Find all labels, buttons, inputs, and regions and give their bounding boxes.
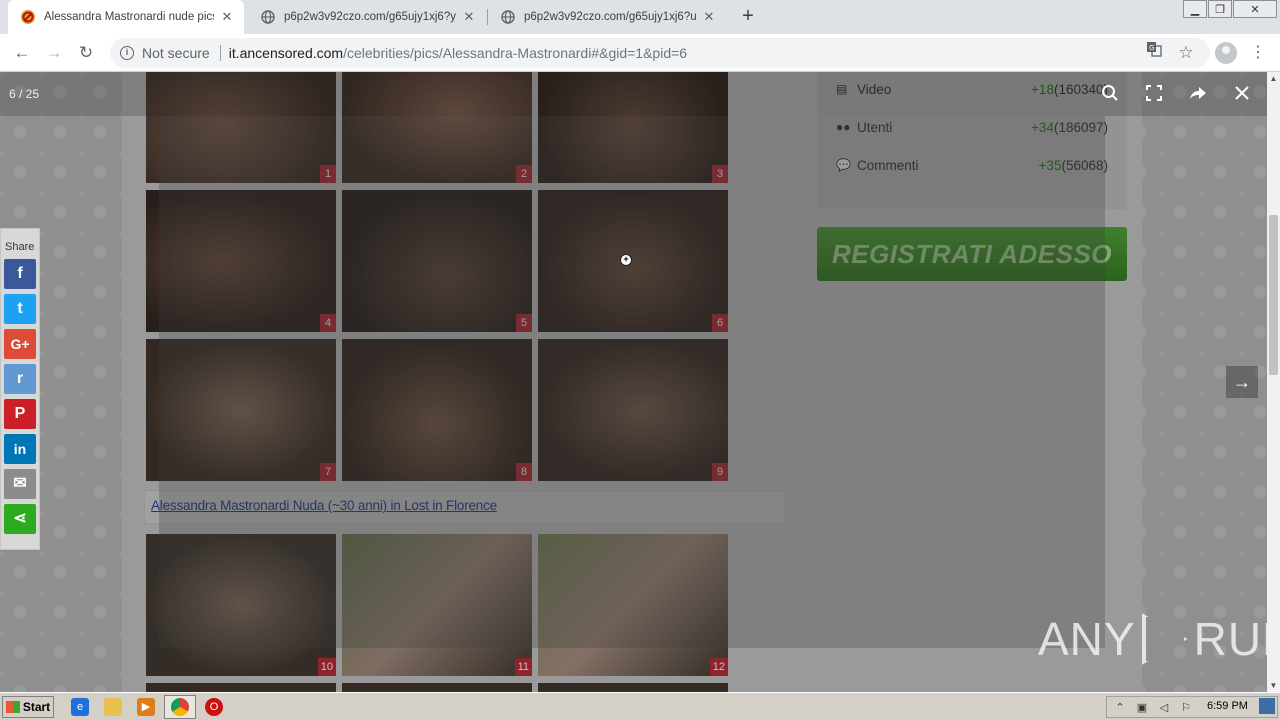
lightbox-image[interactable] [159,116,1105,648]
globe-icon [260,9,276,25]
taskbar-clock: 6:59 PM [1207,700,1248,712]
chrome-menu-icon[interactable]: ⋮ [1246,41,1270,65]
svg-text:G: G [1149,44,1154,52]
address-separator [219,45,221,61]
action-center-flag-icon[interactable]: ⚐ [1177,701,1195,714]
new-tab-button[interactable]: + [737,5,759,27]
bookmark-star-icon[interactable]: ☆ [1174,41,1198,65]
browser-toolbar: ← → ↻ i Not secure it.ancensored.com/cel… [0,34,1280,72]
facebook-icon[interactable]: f [4,259,36,289]
fullscreen-icon[interactable] [1143,84,1165,106]
tab-active[interactable]: Alessandra Mastronardi nude pics, p ✕ [8,0,244,34]
anyrun-watermark: ANY RUN [1038,612,1280,666]
scroll-down-icon[interactable]: ▼ [1267,679,1280,692]
globe-icon [500,9,516,25]
minimize-window-icon[interactable]: ▁ [1183,0,1207,18]
reload-icon[interactable]: ↻ [74,41,98,65]
share-sidebar: Share f t G+ r P in ✉ ⋖ [0,228,40,550]
info-icon[interactable]: i [120,46,134,60]
next-arrow-icon[interactable]: → [1226,366,1258,398]
profile-avatar-icon[interactable] [1215,42,1237,64]
tab-title: Alessandra Mastronardi nude pics, p [44,11,214,23]
windows-logo-icon [5,701,20,713]
zoom-icon[interactable] [1099,84,1121,106]
folder-icon[interactable] [104,698,122,716]
system-tray: ⌃ ▣ ◁ ⚐ [1106,696,1278,718]
scroll-thumb[interactable] [1269,215,1278,375]
tab-strip: Alessandra Mastronardi nude pics, p ✕ p6… [0,0,1280,34]
scroll-up-icon[interactable]: ▲ [1267,72,1280,85]
forward-arrow-icon[interactable]: → [42,41,66,65]
email-icon[interactable]: ✉ [4,469,36,499]
back-arrow-icon[interactable]: ← [10,41,34,65]
start-label: Start [22,700,51,714]
share-arrow-icon[interactable] [1187,84,1209,106]
url-path: /celebrities/pics/Alessandra-Mastronardi… [343,45,688,61]
security-label: Not secure [142,45,210,61]
opera-icon[interactable]: O [205,698,223,716]
twitter-icon[interactable]: t [4,294,36,324]
chrome-icon[interactable] [171,698,189,716]
url-host: it.ancensored.com [228,45,344,61]
tab-close-icon[interactable]: ✕ [220,9,234,25]
show-desktop-icon[interactable] [1259,698,1275,714]
close-window-icon[interactable]: ✕ [1233,0,1277,18]
share-label: Share [5,241,35,253]
translate-icon[interactable]: G [1142,41,1166,65]
tab-title: p6p2w3v92czo.com/g65ujy1xj6?uhs [524,11,696,23]
internet-explorer-icon[interactable]: e [71,698,89,716]
share-more-icon[interactable]: ⋖ [4,504,36,534]
media-player-icon[interactable]: ▶ [137,698,155,716]
linkedin-icon[interactable]: in [4,434,36,464]
site-favicon-icon [20,9,36,25]
tab-title: p6p2w3v92czo.com/g65ujy1xj6?yvf [284,11,456,23]
start-button[interactable]: Start [2,696,54,718]
watermark-left-text: ANY [1038,613,1136,665]
volume-icon[interactable]: ◁ [1155,701,1173,714]
windows-taskbar: Start e ▶ O ⌃ ▣ ◁ ⚐ [0,692,1280,720]
tab-close-icon[interactable]: ✕ [702,9,716,25]
google-plus-icon[interactable]: G+ [4,329,36,359]
lightbox-counter: 6 / 25 [9,87,40,101]
restore-window-icon[interactable]: ❐ [1208,0,1232,18]
tab-close-icon[interactable]: ✕ [462,9,476,25]
network-icon[interactable]: ▣ [1133,701,1151,714]
zoom-cursor-icon: + [620,254,632,266]
reddit-icon[interactable]: r [4,364,36,394]
address-bar[interactable]: i Not secure it.ancensored.com/celebriti… [110,38,1210,68]
tray-expand-icon[interactable]: ⌃ [1111,701,1129,714]
close-icon[interactable] [1231,84,1253,106]
pinterest-icon[interactable]: P [4,399,36,429]
tab-2[interactable]: p6p2w3v92czo.com/g65ujy1xj6?yvf ✕ [248,0,486,34]
lightbox-top-bar [0,72,1267,116]
page-scrollbar[interactable]: ▲ ▼ [1267,72,1280,692]
tab-3[interactable]: p6p2w3v92czo.com/g65ujy1xj6?uhs ✕ [488,0,726,34]
play-logo-icon [1141,613,1188,665]
